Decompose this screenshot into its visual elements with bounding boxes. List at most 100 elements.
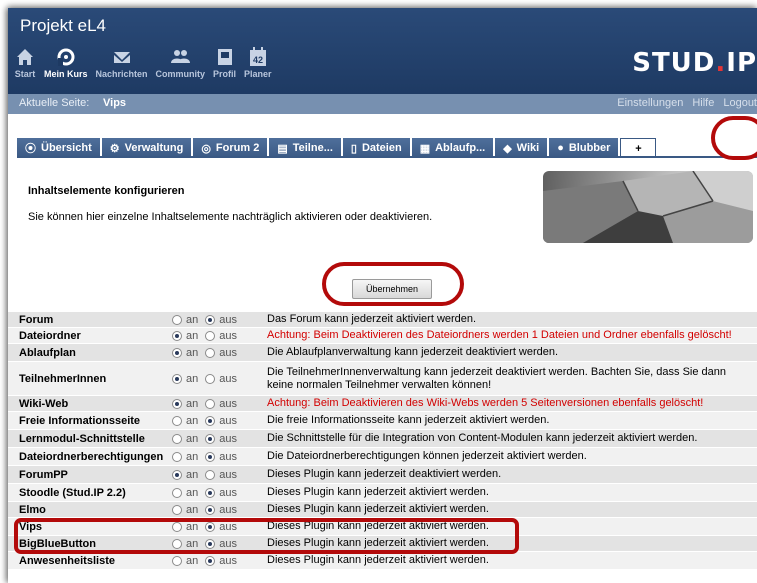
nav-profil-label: Profil	[213, 69, 237, 79]
row-radio-group: an aus	[172, 538, 267, 550]
link-logout[interactable]: Logout	[723, 97, 757, 109]
radio-an[interactable]	[172, 538, 182, 549]
radio-aus[interactable]	[205, 469, 216, 480]
tab-ablaufplan[interactable]: ▦ Ablaufp...	[411, 138, 494, 158]
radio-an[interactable]	[172, 521, 182, 532]
radio-an-label: an	[186, 397, 199, 410]
radio-an-label: an	[186, 503, 199, 516]
table-row: Ablaufplan an aus Die Ablaufplanverwaltung …	[8, 344, 757, 362]
tab-dateien[interactable]: ▯ Dateien	[342, 138, 410, 158]
radio-aus[interactable]	[205, 487, 216, 498]
row-name: Forum	[19, 313, 54, 326]
content-title: Inhaltselemente konfigurieren	[28, 185, 185, 197]
radio-aus-label: aus	[219, 486, 237, 499]
row-name: BigBlueButton	[19, 537, 96, 550]
radio-aus-label: aus	[219, 414, 237, 427]
radio-aus[interactable]	[205, 314, 216, 325]
radio-aus[interactable]	[205, 504, 216, 515]
tab-forum-2[interactable]: ◎ Forum 2	[193, 138, 268, 158]
radio-aus[interactable]	[205, 521, 216, 532]
radio-aus-label: aus	[219, 346, 237, 359]
radio-aus[interactable]	[205, 433, 216, 444]
tab-wiki[interactable]: ◆ Wiki	[495, 138, 548, 158]
tab-blubber-label: Blubber	[568, 142, 611, 154]
row-name: Stoodle (Stud.IP 2.2)	[19, 486, 126, 499]
row-description: Dieses Plugin kann jederzeit aktiviert w…	[267, 520, 489, 532]
radio-aus[interactable]	[205, 398, 216, 409]
radio-aus[interactable]	[205, 538, 216, 549]
row-description: Dieses Plugin kann jederzeit aktiviert w…	[267, 503, 489, 515]
radio-aus-label: aus	[219, 537, 237, 550]
wiki-icon: ◆	[503, 142, 512, 155]
radio-an[interactable]	[172, 555, 182, 566]
participants-icon: ▤	[277, 142, 288, 155]
nav-planer-label: Planer	[244, 69, 272, 79]
link-hilfe[interactable]: Hilfe	[692, 97, 714, 109]
row-radio-group: an aus	[172, 521, 267, 533]
row-description: Achtung: Beim Deaktivieren des Wiki-Webs…	[267, 397, 704, 409]
nav-planer[interactable]: 42 Planer	[244, 46, 272, 79]
radio-aus-label: aus	[219, 372, 237, 385]
row-radio-group: an aus	[172, 555, 267, 567]
row-radio-group: an aus	[172, 504, 267, 516]
tab-add[interactable]: +	[620, 138, 657, 158]
radio-aus-label: aus	[219, 329, 237, 342]
radio-aus-label: aus	[219, 520, 237, 533]
puzzle-image	[543, 171, 753, 243]
nav-community[interactable]: Community	[156, 46, 205, 79]
tab-verwaltung[interactable]: ⚙ Verwaltung	[101, 138, 192, 158]
community-icon	[171, 50, 191, 63]
radio-aus[interactable]	[205, 373, 216, 384]
radio-aus[interactable]	[205, 415, 216, 426]
radio-aus[interactable]	[205, 330, 216, 341]
row-radio-group: an aus	[172, 487, 267, 499]
admin-icon: ⚙	[109, 142, 120, 155]
radio-aus[interactable]	[205, 347, 216, 358]
row-description: Die Ablaufplanverwaltung kann jederzeit …	[267, 346, 559, 358]
radio-an[interactable]	[172, 487, 182, 498]
breadcrumb-bar: Aktuelle Seite: Vips Einstellungen Hilfe…	[8, 94, 757, 114]
submit-button[interactable]: Übernehmen	[352, 279, 432, 299]
table-row: ForumPP an aus Dieses Plugin kann jederzeit…	[8, 466, 757, 484]
radio-an[interactable]	[172, 373, 182, 384]
header-links: Einstellungen Hilfe Logout	[608, 97, 757, 109]
radio-an[interactable]	[172, 347, 182, 358]
tab-dateien-label: Dateien	[361, 142, 402, 154]
radio-aus-label: aus	[219, 503, 237, 516]
tab-blubber[interactable]: ● Blubber	[549, 138, 619, 158]
radio-an[interactable]	[172, 398, 182, 409]
blubber-icon: ●	[557, 142, 564, 154]
tab-uebersicht-label: Übersicht	[41, 142, 92, 154]
row-radio-group: an aus	[172, 451, 267, 463]
nav-start[interactable]: Start	[14, 46, 36, 79]
radio-aus[interactable]	[205, 555, 216, 566]
row-name: ForumPP	[19, 468, 68, 481]
radio-aus[interactable]	[205, 451, 216, 462]
radio-an[interactable]	[172, 504, 182, 515]
radio-an-label: an	[186, 372, 199, 385]
row-description: Die TeilnehmerInnenverwaltung kann jeder…	[267, 365, 727, 391]
radio-an[interactable]	[172, 469, 182, 480]
studip-logo[interactable]: STUD.IP	[632, 48, 757, 78]
link-einstellungen[interactable]: Einstellungen	[617, 97, 683, 109]
tab-uebersicht[interactable]: ⦿ Übersicht	[17, 138, 100, 158]
tab-teilnehmer[interactable]: ▤ Teilne...	[269, 138, 341, 158]
row-name: Dateiordnerberechtigungen	[19, 450, 164, 463]
table-row: Elmo an aus Dieses Plugin kann jederzeit ak…	[8, 502, 757, 518]
radio-an[interactable]	[172, 314, 182, 325]
overview-icon: ⦿	[25, 143, 36, 155]
radio-an[interactable]	[172, 451, 182, 462]
radio-an[interactable]	[172, 433, 182, 444]
nav-profil[interactable]: Profil	[213, 46, 236, 79]
nav-nachrichten[interactable]: Nachrichten	[96, 46, 148, 79]
tab-verwaltung-label: Verwaltung	[124, 142, 184, 154]
table-row: Vips an aus Dieses Plugin kann jederzeit ak…	[8, 518, 757, 536]
row-description: Die Dateiordnerberechtigungen können jed…	[267, 450, 587, 462]
radio-an-label: an	[186, 537, 199, 550]
row-description: Die Schnittstelle für die Integration vo…	[267, 432, 698, 444]
radio-an[interactable]	[172, 415, 182, 426]
row-name: TeilnehmerInnen	[19, 372, 107, 385]
table-row: Stoodle (Stud.IP 2.2) an aus Dieses Plugin …	[8, 484, 757, 502]
radio-an[interactable]	[172, 330, 182, 341]
nav-mein-kurs[interactable]: Mein Kurs	[44, 46, 88, 79]
